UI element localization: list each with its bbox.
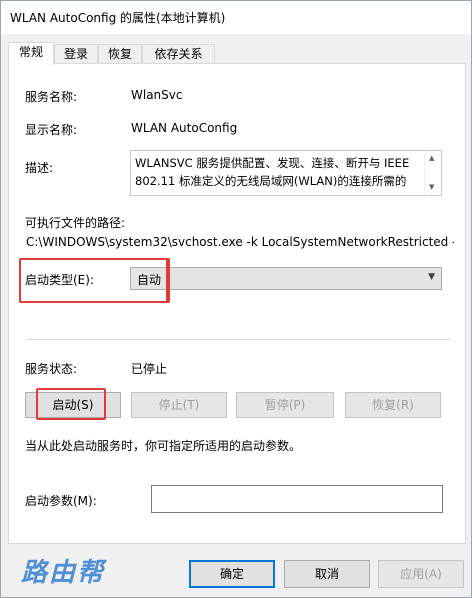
tab-strip: 常规 登录 恢复 依存关系 [8,42,468,65]
executable-path-label: 可执行文件的路径: [25,216,126,230]
service-status-label: 服务状态: [25,362,78,376]
display-name-value: WLAN AutoConfig [131,121,238,135]
description-text: WLANSVC 服务提供配置、发现、连接、断开与 IEEE 802.11 标准定… [135,156,410,188]
highlight-start-button [36,388,106,420]
start-params-hint: 当从此处启动服务时，你可指定所适用的启动参数。 [25,439,302,453]
executable-path-value: C:\WINDOWS\system32\svchost.exe -k Local… [26,235,454,249]
description-label: 描述: [25,161,54,175]
window-title: WLAN AutoConfig 的属性(本地计算机) [10,11,226,25]
general-panel: 服务名称: WlanSvc 显示名称: WLAN AutoConfig 描述: … [8,63,466,544]
description-scrollbar[interactable]: ▲ ▼ [424,151,441,195]
resume-button[interactable]: 恢复(R) [345,392,441,418]
title-bar[interactable]: WLAN AutoConfig 的属性(本地计算机) [1,1,471,34]
start-params-input[interactable] [151,485,443,513]
scroll-up-icon[interactable]: ▲ [429,154,434,162]
start-params-label: 启动参数(M): [25,494,97,508]
stop-button[interactable]: 停止(T) [131,392,227,418]
section-divider [26,339,451,340]
cancel-button[interactable]: 取消 [284,560,370,588]
tab-recovery[interactable]: 恢复 [98,44,142,64]
apply-button[interactable]: 应用(A) [378,560,464,588]
ok-button[interactable]: 确定 [189,560,275,588]
service-status-value: 已停止 [131,362,168,376]
chevron-down-icon[interactable]: ▼ [428,272,435,282]
highlight-startup-value [128,258,170,303]
display-name-label: 显示名称: [25,123,78,137]
description-box[interactable]: WLANSVC 服务提供配置、发现、连接、断开与 IEEE 802.11 标准定… [130,150,442,196]
tab-logon[interactable]: 登录 [54,44,98,64]
pause-button[interactable]: 暂停(P) [236,392,334,418]
service-name-value: WlanSvc [131,88,183,102]
startup-type-select[interactable]: 自动 ▼ [130,267,442,290]
watermark-logo: 路由帮 [21,558,106,588]
properties-dialog: WLAN AutoConfig 的属性(本地计算机) 常规 登录 恢复 依存关系… [0,0,472,598]
scroll-down-icon[interactable]: ▼ [429,183,434,191]
tab-dependencies[interactable]: 依存关系 [142,44,215,64]
service-name-label: 服务名称: [25,90,78,104]
tab-general[interactable]: 常规 [8,42,54,65]
